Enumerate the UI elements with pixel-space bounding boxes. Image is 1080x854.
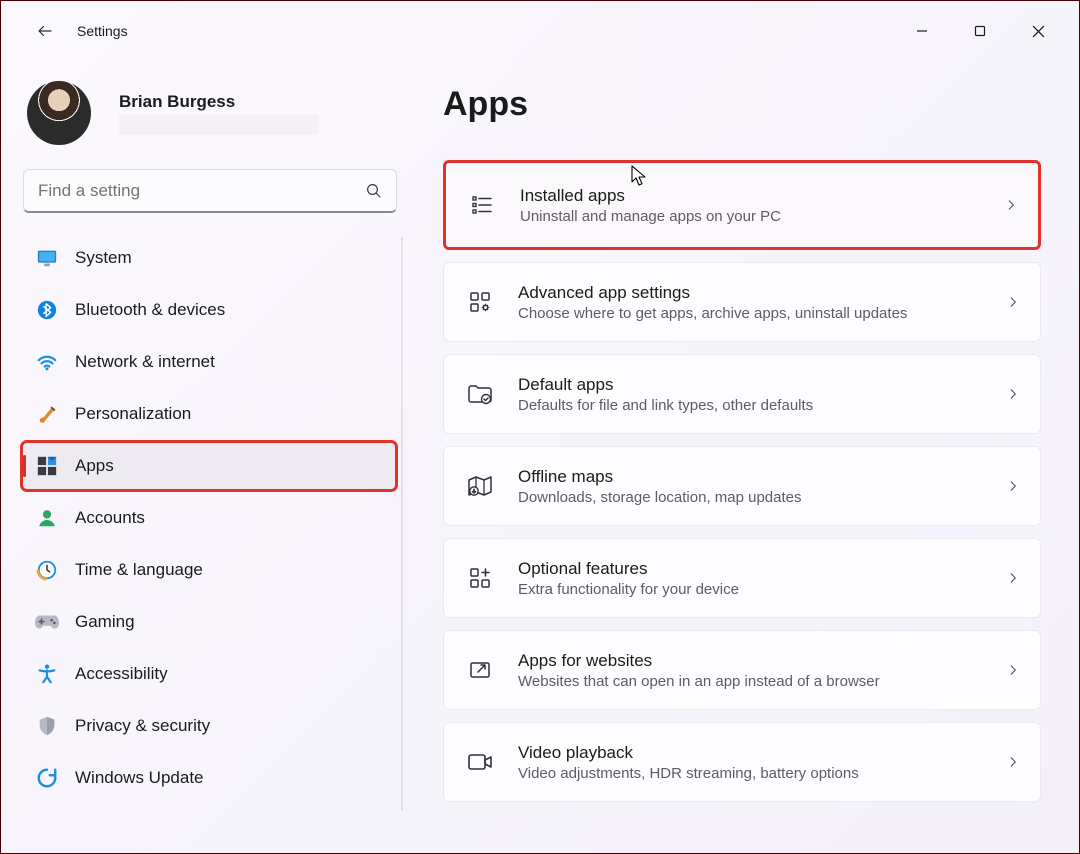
minimize-icon <box>916 25 928 37</box>
chevron-right-icon <box>1006 479 1020 493</box>
sidebar-item-privacy[interactable]: Privacy & security <box>23 703 395 749</box>
video-icon <box>466 748 494 776</box>
nav-list: System Bluetooth & devices Network & inter… <box>23 235 403 801</box>
gamepad-icon <box>35 610 59 634</box>
launch-icon <box>466 656 494 684</box>
sidebar-item-time[interactable]: Time & language <box>23 547 395 593</box>
shield-icon <box>35 714 59 738</box>
person-icon <box>35 506 59 530</box>
user-block[interactable]: Brian Burgess <box>27 81 403 145</box>
mouse-cursor-icon <box>630 165 648 187</box>
sidebar-item-bluetooth[interactable]: Bluetooth & devices <box>23 287 395 333</box>
search-input[interactable] <box>23 169 397 213</box>
chevron-right-icon <box>1006 571 1020 585</box>
card-title: Installed apps <box>520 186 994 206</box>
user-name: Brian Burgess <box>119 92 319 112</box>
card-title: Optional features <box>518 559 996 579</box>
sidebar-item-apps[interactable]: Apps <box>23 443 395 489</box>
sidebar-item-label: System <box>75 248 132 268</box>
card-subtitle: Websites that can open in an app instead… <box>518 673 996 690</box>
close-icon <box>1032 25 1045 38</box>
arrow-left-icon <box>36 22 54 40</box>
wifi-icon <box>35 350 59 374</box>
card-subtitle: Video adjustments, HDR streaming, batter… <box>518 765 996 782</box>
card-websites[interactable]: Apps for websites Websites that can open … <box>443 630 1041 710</box>
sidebar-item-label: Privacy & security <box>75 716 210 736</box>
sidebar-item-label: Gaming <box>75 612 135 632</box>
sidebar-item-label: Accessibility <box>75 664 168 684</box>
grid-plus-icon <box>466 564 494 592</box>
sidebar-item-label: Bluetooth & devices <box>75 300 225 320</box>
sidebar-item-label: Windows Update <box>75 768 204 788</box>
page-title: Apps <box>443 85 1041 124</box>
search-icon <box>365 182 383 200</box>
clock-icon <box>35 558 59 582</box>
card-title: Advanced app settings <box>518 283 996 303</box>
card-video[interactable]: Video playback Video adjustments, HDR str… <box>443 722 1041 802</box>
apps-icon <box>35 454 59 478</box>
titlebar: Settings <box>1 1 1079 61</box>
chevron-right-icon <box>1006 755 1020 769</box>
chevron-right-icon <box>1006 295 1020 309</box>
card-offline[interactable]: Offline maps Downloads, storage location,… <box>443 446 1041 526</box>
window-title: Settings <box>77 23 899 39</box>
card-title: Apps for websites <box>518 651 996 671</box>
card-subtitle: Downloads, storage location, map updates <box>518 489 996 506</box>
bluetooth-icon <box>35 298 59 322</box>
sidebar-item-accounts[interactable]: Accounts <box>23 495 395 541</box>
sidebar-item-label: Personalization <box>75 404 191 424</box>
maximize-icon <box>974 25 986 37</box>
chevron-right-icon <box>1006 387 1020 401</box>
content-pane: Apps Installed apps Uninstall and manage … <box>413 61 1079 853</box>
card-subtitle: Choose where to get apps, archive apps, … <box>518 305 996 322</box>
card-subtitle: Uninstall and manage apps on your PC <box>520 208 994 225</box>
sidebar-item-label: Accounts <box>75 508 145 528</box>
monitor-icon <box>35 246 59 270</box>
close-button[interactable] <box>1015 11 1061 51</box>
sidebar-item-label: Network & internet <box>75 352 215 372</box>
maximize-button[interactable] <box>957 11 1003 51</box>
chevron-right-icon <box>1004 198 1018 212</box>
sidebar-item-label: Time & language <box>75 560 203 580</box>
search-wrap <box>23 169 397 213</box>
card-installed[interactable]: Installed apps Uninstall and manage apps … <box>443 160 1041 250</box>
sidebar-item-label: Apps <box>75 456 114 476</box>
sidebar-item-gaming[interactable]: Gaming <box>23 599 395 645</box>
access-icon <box>35 662 59 686</box>
sidebar: Brian Burgess System Bluetooth & devices N… <box>1 61 413 853</box>
card-subtitle: Extra functionality for your device <box>518 581 996 598</box>
brush-icon <box>35 402 59 426</box>
map-marker-icon <box>466 472 494 500</box>
cards-list: Installed apps Uninstall and manage apps … <box>443 160 1041 802</box>
sidebar-item-update[interactable]: Windows Update <box>23 755 395 801</box>
card-title: Offline maps <box>518 467 996 487</box>
card-title: Default apps <box>518 375 996 395</box>
card-default[interactable]: Default apps Defaults for file and link t… <box>443 354 1041 434</box>
list-check-icon <box>468 191 496 219</box>
chevron-right-icon <box>1006 663 1020 677</box>
sidebar-item-system[interactable]: System <box>23 235 395 281</box>
window-controls <box>899 11 1073 51</box>
sidebar-item-network[interactable]: Network & internet <box>23 339 395 385</box>
folder-check-icon <box>466 380 494 408</box>
grid-gear-icon <box>466 288 494 316</box>
back-button[interactable] <box>25 11 65 51</box>
card-subtitle: Defaults for file and link types, other … <box>518 397 996 414</box>
card-title: Video playback <box>518 743 996 763</box>
sidebar-item-accessibility[interactable]: Accessibility <box>23 651 395 697</box>
user-email-redacted <box>119 115 319 135</box>
avatar <box>27 81 91 145</box>
card-advanced[interactable]: Advanced app settings Choose where to get… <box>443 262 1041 342</box>
sidebar-item-personalization[interactable]: Personalization <box>23 391 395 437</box>
update-icon <box>35 766 59 790</box>
card-optional[interactable]: Optional features Extra functionality for… <box>443 538 1041 618</box>
minimize-button[interactable] <box>899 11 945 51</box>
main-area: Brian Burgess System Bluetooth & devices N… <box>1 61 1079 853</box>
